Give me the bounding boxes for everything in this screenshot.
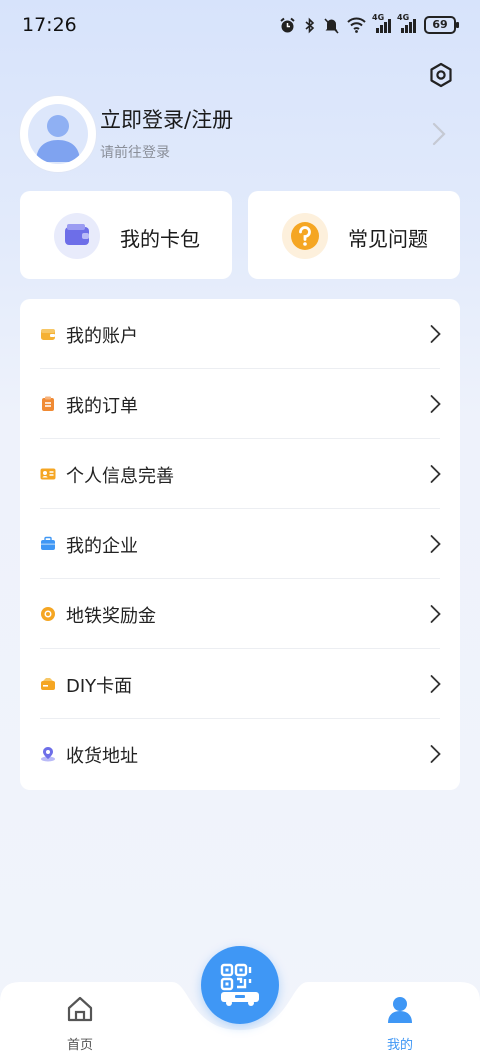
card-label: 我的卡包 [120,227,200,251]
menu-item-label: 收货地址 [66,746,138,767]
card-wallet-button[interactable]: 我的卡包 [20,191,232,279]
menu-item-label: 我的账户 [66,326,138,347]
battery-indicator: 69 [424,16,459,34]
qr-bus-icon [220,963,259,1006]
qr-ride-button[interactable] [201,946,279,1024]
user-icon [388,997,412,1023]
chevron-right-icon [430,605,441,623]
gear-icon[interactable] [428,62,454,88]
menu-item-label: 地铁奖励金 [66,606,156,627]
card-icon [41,678,55,690]
menu-item-profile-info[interactable]: 个人信息完善 [20,439,460,509]
chevron-right-icon [430,535,441,553]
status-time: 17:26 [22,14,77,36]
faq-button[interactable]: 常见问题 [248,191,460,279]
chevron-right-icon [430,675,441,693]
menu-item-label: 我的订单 [66,396,138,417]
order-icon [42,396,54,411]
chevron-right-icon [430,465,441,483]
home-icon [67,996,93,1022]
menu-list: 我的账户 我的订单 个人信息完善 我的企业 地铁奖励金 DIY卡面 收货地址 [20,299,460,790]
tab-label: 我的 [386,1038,413,1053]
menu-item-label: 个人信息完善 [66,466,174,487]
menu-item-enterprise[interactable]: 我的企业 [20,509,460,579]
id-card-icon [40,468,56,480]
alarm-icon [280,17,295,32]
login-profile-row[interactable]: 立即登录/注册 请前往登录 [20,96,460,172]
menu-item-metro-reward[interactable]: 地铁奖励金 [20,579,460,649]
menu-item-orders[interactable]: 我的订单 [20,369,460,439]
location-icon [41,747,55,762]
wifi-icon [347,17,366,33]
quick-cards: 我的卡包 常见问题 [20,191,460,279]
network-label: 4G [372,13,385,22]
login-register-link[interactable]: 立即登录/注册 [100,104,233,134]
menu-item-shipping-address[interactable]: 收货地址 [20,719,460,789]
tab-mine[interactable]: 我的 [360,990,440,1054]
bluetooth-icon [305,17,315,33]
menu-item-account[interactable]: 我的账户 [20,299,460,369]
menu-item-label: DIY卡面 [66,676,133,697]
chevron-right-icon [430,325,441,343]
mute-icon [324,17,339,34]
chevron-right-icon [432,122,446,146]
menu-item-label: 我的企业 [66,536,138,557]
chevron-right-icon [430,745,441,763]
wallet-icon [54,213,100,259]
card-label: 常见问题 [348,227,428,251]
tab-home[interactable]: 首页 [40,990,120,1054]
coin-icon [41,607,55,621]
default-avatar-icon [28,104,88,164]
chevron-right-icon [430,395,441,413]
briefcase-icon [41,536,55,550]
avatar[interactable] [20,96,96,172]
signal-4g-icon: 4G [372,13,391,33]
question-icon [282,213,328,259]
tab-label: 首页 [66,1038,93,1053]
signal-4g-icon: 4G [397,13,416,33]
network-label: 4G [397,13,410,22]
menu-item-diy-card[interactable]: DIY卡面 [20,649,460,719]
status-icons: 4G 4G 69 [279,13,459,35]
account-icon [41,329,55,340]
login-hint: 请前往登录 [100,145,170,161]
status-bar: 17:26 4G 4G 69 [0,0,480,48]
